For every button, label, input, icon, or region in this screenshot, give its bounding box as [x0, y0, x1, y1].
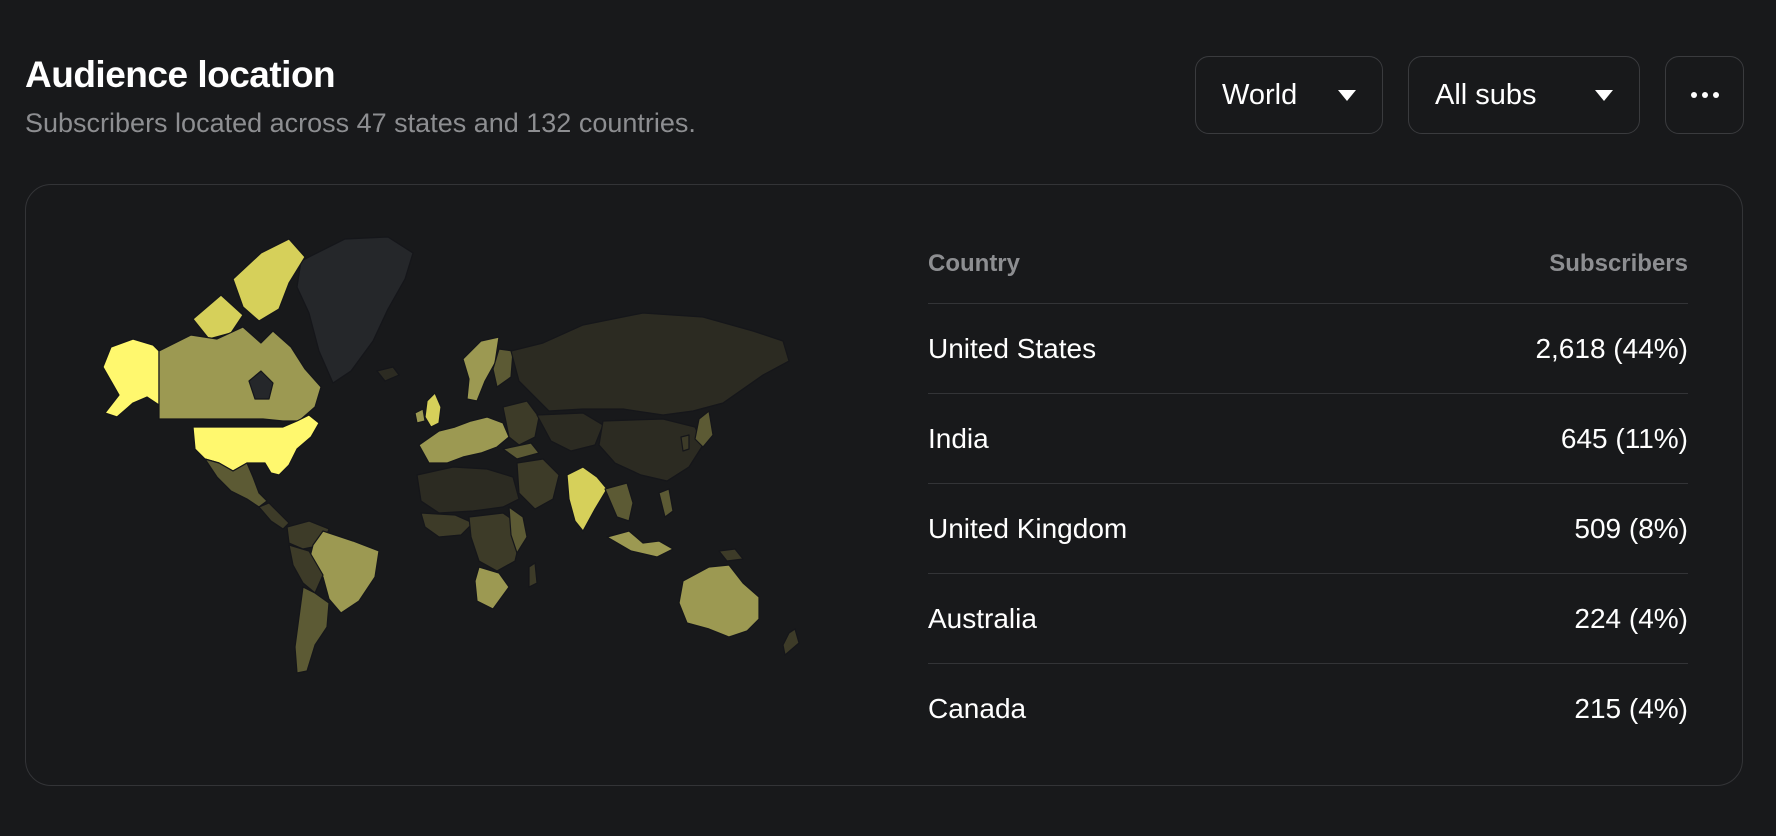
- region-select[interactable]: World: [1195, 56, 1383, 134]
- table-row: Australia 224 (4%): [928, 574, 1688, 664]
- region-japan[interactable]: [694, 410, 714, 448]
- region-central-asia[interactable]: [536, 412, 604, 452]
- region-philippines[interactable]: [658, 488, 674, 518]
- region-argentina-chile[interactable]: [294, 586, 330, 674]
- world-map: [102, 236, 800, 674]
- country-name: Australia: [928, 602, 1037, 634]
- region-middle-east[interactable]: [516, 458, 560, 510]
- region-select-value: World: [1222, 78, 1298, 111]
- more-horizontal-icon: [1690, 92, 1697, 98]
- region-russia[interactable]: [510, 312, 790, 416]
- region-madagascar[interactable]: [528, 562, 538, 588]
- subscriber-filter-select[interactable]: All subs: [1408, 56, 1640, 134]
- caret-down-icon: [1338, 89, 1356, 101]
- region-new-zealand[interactable]: [782, 628, 800, 656]
- region-west-africa[interactable]: [420, 512, 474, 538]
- region-eastern-europe[interactable]: [502, 400, 540, 446]
- table-header: Country Subscribers: [928, 225, 1688, 304]
- region-iceland[interactable]: [376, 366, 400, 382]
- region-canada-islands[interactable]: [232, 238, 306, 322]
- region-papua[interactable]: [718, 548, 744, 562]
- more-horizontal-icon-dot: [1712, 92, 1719, 98]
- page-subtitle: Subscribers located across 47 states and…: [25, 108, 696, 138]
- region-greenland[interactable]: [296, 236, 414, 384]
- subscriber-count: 645 (11%): [1560, 422, 1688, 454]
- region-indonesia[interactable]: [606, 530, 674, 558]
- table-row: United Kingdom 509 (8%): [928, 484, 1688, 574]
- country-name: United Kingdom: [928, 512, 1128, 544]
- controls: World All subs: [1195, 56, 1744, 134]
- region-korea[interactable]: [680, 434, 690, 452]
- region-india[interactable]: [566, 466, 608, 532]
- subscriber-count: 215 (4%): [1574, 692, 1688, 724]
- subscriber-count: 2,618 (44%): [1535, 332, 1688, 364]
- page-title: Audience location: [25, 54, 336, 95]
- subscriber-count: 224 (4%): [1574, 602, 1688, 634]
- region-north-africa[interactable]: [416, 466, 520, 514]
- more-horizontal-icon-dot: [1701, 92, 1708, 98]
- region-united-kingdom[interactable]: [424, 392, 442, 428]
- region-central-america[interactable]: [258, 502, 290, 530]
- caret-down-icon: [1595, 89, 1613, 101]
- table-row: United States 2,618 (44%): [928, 304, 1688, 394]
- subscriber-filter-value: All subs: [1435, 78, 1537, 111]
- column-header-subscribers: Subscribers: [1549, 250, 1688, 277]
- column-header-country: Country: [928, 250, 1020, 277]
- country-name: Canada: [928, 692, 1027, 724]
- region-south-africa[interactable]: [474, 566, 510, 610]
- region-turkey[interactable]: [502, 442, 540, 460]
- location-card: Country Subscribers United States 2,618 …: [25, 184, 1743, 786]
- region-southeast-asia[interactable]: [604, 482, 634, 522]
- region-alaska[interactable]: [102, 338, 160, 418]
- table-row: Canada 215 (4%): [928, 664, 1688, 753]
- subscriber-count: 509 (8%): [1574, 512, 1688, 544]
- country-name: India: [928, 422, 989, 454]
- region-canada[interactable]: [158, 326, 322, 422]
- country-table: Country Subscribers United States 2,618 …: [928, 225, 1688, 753]
- country-name: United States: [928, 332, 1097, 364]
- region-australia[interactable]: [678, 564, 760, 638]
- header: Audience location Subscribers located ac…: [25, 50, 696, 140]
- region-ireland[interactable]: [414, 408, 426, 424]
- more-options-button[interactable]: [1665, 56, 1744, 134]
- table-row: India 645 (11%): [928, 394, 1688, 484]
